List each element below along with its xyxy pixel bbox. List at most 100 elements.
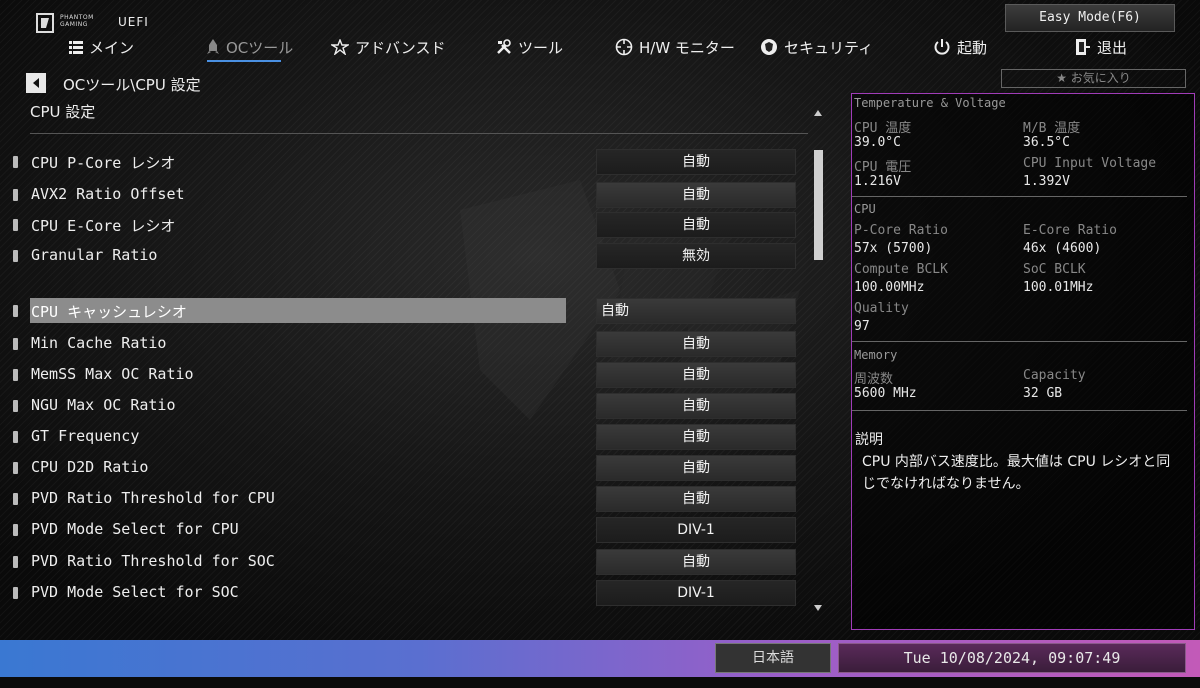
setting-label: CPU P-Core レシオ [31, 154, 176, 172]
setting-label: PVD Mode Select for SOC [31, 583, 239, 601]
list-icon [69, 41, 83, 54]
scroll-down-arrow-icon[interactable] [813, 603, 823, 613]
memory-capacity-value: 32 GB [1023, 386, 1063, 401]
setting-row-ngu-max-oc[interactable]: NGU Max OC Ratio 自動 [0, 393, 810, 419]
row-bullet [13, 587, 18, 599]
setting-row-min-cache-ratio[interactable]: Min Cache Ratio 自動 [0, 331, 810, 357]
tab-advanced-label: アドバンスド [355, 38, 446, 57]
memory-frequency-value: 5600 MHz [854, 386, 917, 401]
tab-hw-monitor[interactable]: H/W モニター [615, 34, 735, 60]
setting-value-select[interactable]: 自動 [596, 486, 796, 512]
setting-row-memss-max-oc[interactable]: MemSS Max OC Ratio 自動 [0, 362, 810, 388]
setting-value-select[interactable]: 自動 [596, 298, 796, 324]
ecore-ratio-value: 46x (4600) [1023, 241, 1102, 256]
tab-oc-tools-label: OCツール [226, 38, 294, 57]
setting-value-select[interactable]: 自動 [596, 393, 796, 419]
setting-value-select[interactable]: 自動 [596, 549, 796, 575]
tab-boot[interactable]: 起動 [933, 34, 987, 60]
mb-temp-value: 36.5°C [1023, 135, 1070, 150]
setting-row-pvd-mode-cpu[interactable]: PVD Mode Select for CPU DIV-1 [0, 517, 810, 543]
setting-row-cache-ratio[interactable]: CPU キャッシュレシオ 自動 [0, 298, 810, 324]
crosshair-icon [615, 38, 633, 56]
pcore-ratio-value: 57x (5700) [854, 241, 933, 256]
tab-main[interactable]: メイン [69, 34, 134, 60]
cpu-heading: CPU [854, 202, 876, 216]
ecore-ratio-label: E-Core Ratio [1023, 223, 1117, 238]
favorite-button[interactable]: ★ お気に入り [1001, 69, 1186, 88]
exit-icon [1076, 39, 1090, 55]
setting-row-ecore-ratio[interactable]: CPU E-Core レシオ 自動 [0, 212, 810, 238]
setting-value-select[interactable]: 自動 [596, 362, 796, 388]
setting-row-pvd-threshold-soc[interactable]: PVD Ratio Threshold for SOC 自動 [0, 549, 810, 575]
tab-security[interactable]: セキュリティ [760, 34, 873, 60]
row-bullet [13, 524, 18, 536]
tab-advanced[interactable]: アドバンスド [331, 34, 445, 60]
setting-value-select[interactable]: 自動 [596, 149, 796, 175]
rocket-icon [207, 39, 219, 54]
setting-row-pvd-mode-soc[interactable]: PVD Mode Select for SOC DIV-1 [0, 580, 810, 606]
setting-label: Min Cache Ratio [31, 334, 167, 352]
setting-label: CPU キャッシュレシオ [31, 303, 187, 321]
cpu-input-voltage-value: 1.392V [1023, 174, 1070, 189]
compute-bclk-label: Compute BCLK [854, 262, 948, 277]
setting-value-select[interactable]: 自動 [596, 455, 796, 481]
easy-mode-button[interactable]: Easy Mode(F6) [1005, 4, 1175, 32]
tab-tools[interactable]: ツール [496, 34, 563, 60]
setting-row-gt-frequency[interactable]: GT Frequency 自動 [0, 424, 810, 450]
setting-row-avx2-offset[interactable]: AVX2 Ratio Offset 自動 [0, 182, 810, 208]
tab-exit-label: 退出 [1097, 38, 1128, 57]
setting-label: PVD Mode Select for CPU [31, 520, 239, 538]
setting-row-d2d-ratio[interactable]: CPU D2D Ratio 自動 [0, 455, 810, 481]
cpu-voltage-value: 1.216V [854, 174, 901, 189]
back-arrow-icon [33, 78, 39, 88]
tab-security-label: セキュリティ [784, 38, 874, 57]
datetime-display[interactable]: Tue 10/08/2024, 09:07:49 [838, 643, 1186, 673]
section-divider [30, 133, 808, 134]
pcore-ratio-label: P-Core Ratio [854, 223, 948, 238]
row-bullet [13, 338, 18, 350]
setting-value-select[interactable]: 自動 [596, 182, 796, 208]
language-button[interactable]: 日本語 [715, 643, 831, 673]
setting-label: CPU E-Core レシオ [31, 217, 176, 235]
setting-row-pvd-threshold-cpu[interactable]: PVD Ratio Threshold for CPU 自動 [0, 486, 810, 512]
setting-value-select[interactable]: DIV-1 [596, 580, 796, 606]
scroll-up-arrow-icon[interactable] [813, 108, 823, 118]
setting-value-select[interactable]: 自動 [596, 331, 796, 357]
soc-bclk-value: 100.01MHz [1023, 280, 1094, 295]
back-button[interactable] [26, 73, 46, 93]
setting-value-select[interactable]: DIV-1 [596, 517, 796, 543]
setting-row-pcore-ratio[interactable]: CPU P-Core レシオ 自動 [0, 149, 810, 175]
setting-label: CPU D2D Ratio [31, 458, 149, 476]
panel-divider [852, 410, 1187, 411]
tab-exit[interactable]: 退出 [1075, 34, 1127, 60]
row-bullet [13, 305, 18, 317]
tab-oc-tools[interactable]: OCツール [206, 34, 293, 60]
breadcrumb: OCツール\CPU 設定 [63, 76, 201, 94]
setting-value-select[interactable]: 自動 [596, 212, 796, 238]
setting-label: AVX2 Ratio Offset [31, 185, 185, 203]
quality-label: Quality [854, 301, 909, 316]
tab-main-label: メイン [89, 38, 135, 57]
uefi-label: UEFI [118, 15, 149, 29]
scrollbar-thumb[interactable] [814, 150, 823, 260]
setting-value-select[interactable]: 自動 [596, 424, 796, 450]
setting-label: MemSS Max OC Ratio [31, 365, 194, 383]
section-title: CPU 設定 [30, 103, 96, 121]
tab-hw-monitor-label: H/W モニター [639, 38, 735, 57]
temp-voltage-heading: Temperature & Voltage [854, 96, 1006, 110]
setting-label: PVD Ratio Threshold for SOC [31, 552, 275, 570]
row-bullet [13, 556, 18, 568]
tools-icon [497, 39, 511, 54]
memory-heading: Memory [854, 348, 898, 362]
footer-bottom-strip [0, 677, 1200, 688]
asrock-logo-icon [36, 13, 54, 33]
panel-divider [852, 341, 1187, 342]
setting-row-granular-ratio[interactable]: Granular Ratio 無効 [0, 243, 810, 269]
description-title: 説明 [855, 432, 883, 448]
setting-label: Granular Ratio [31, 246, 158, 264]
row-bullet [13, 462, 18, 474]
cpu-input-voltage-label: CPU Input Voltage [1023, 156, 1157, 171]
brand-text: PHANTOM GAMING [60, 14, 94, 28]
setting-value-select[interactable]: 無効 [596, 243, 796, 269]
power-icon [934, 39, 950, 55]
